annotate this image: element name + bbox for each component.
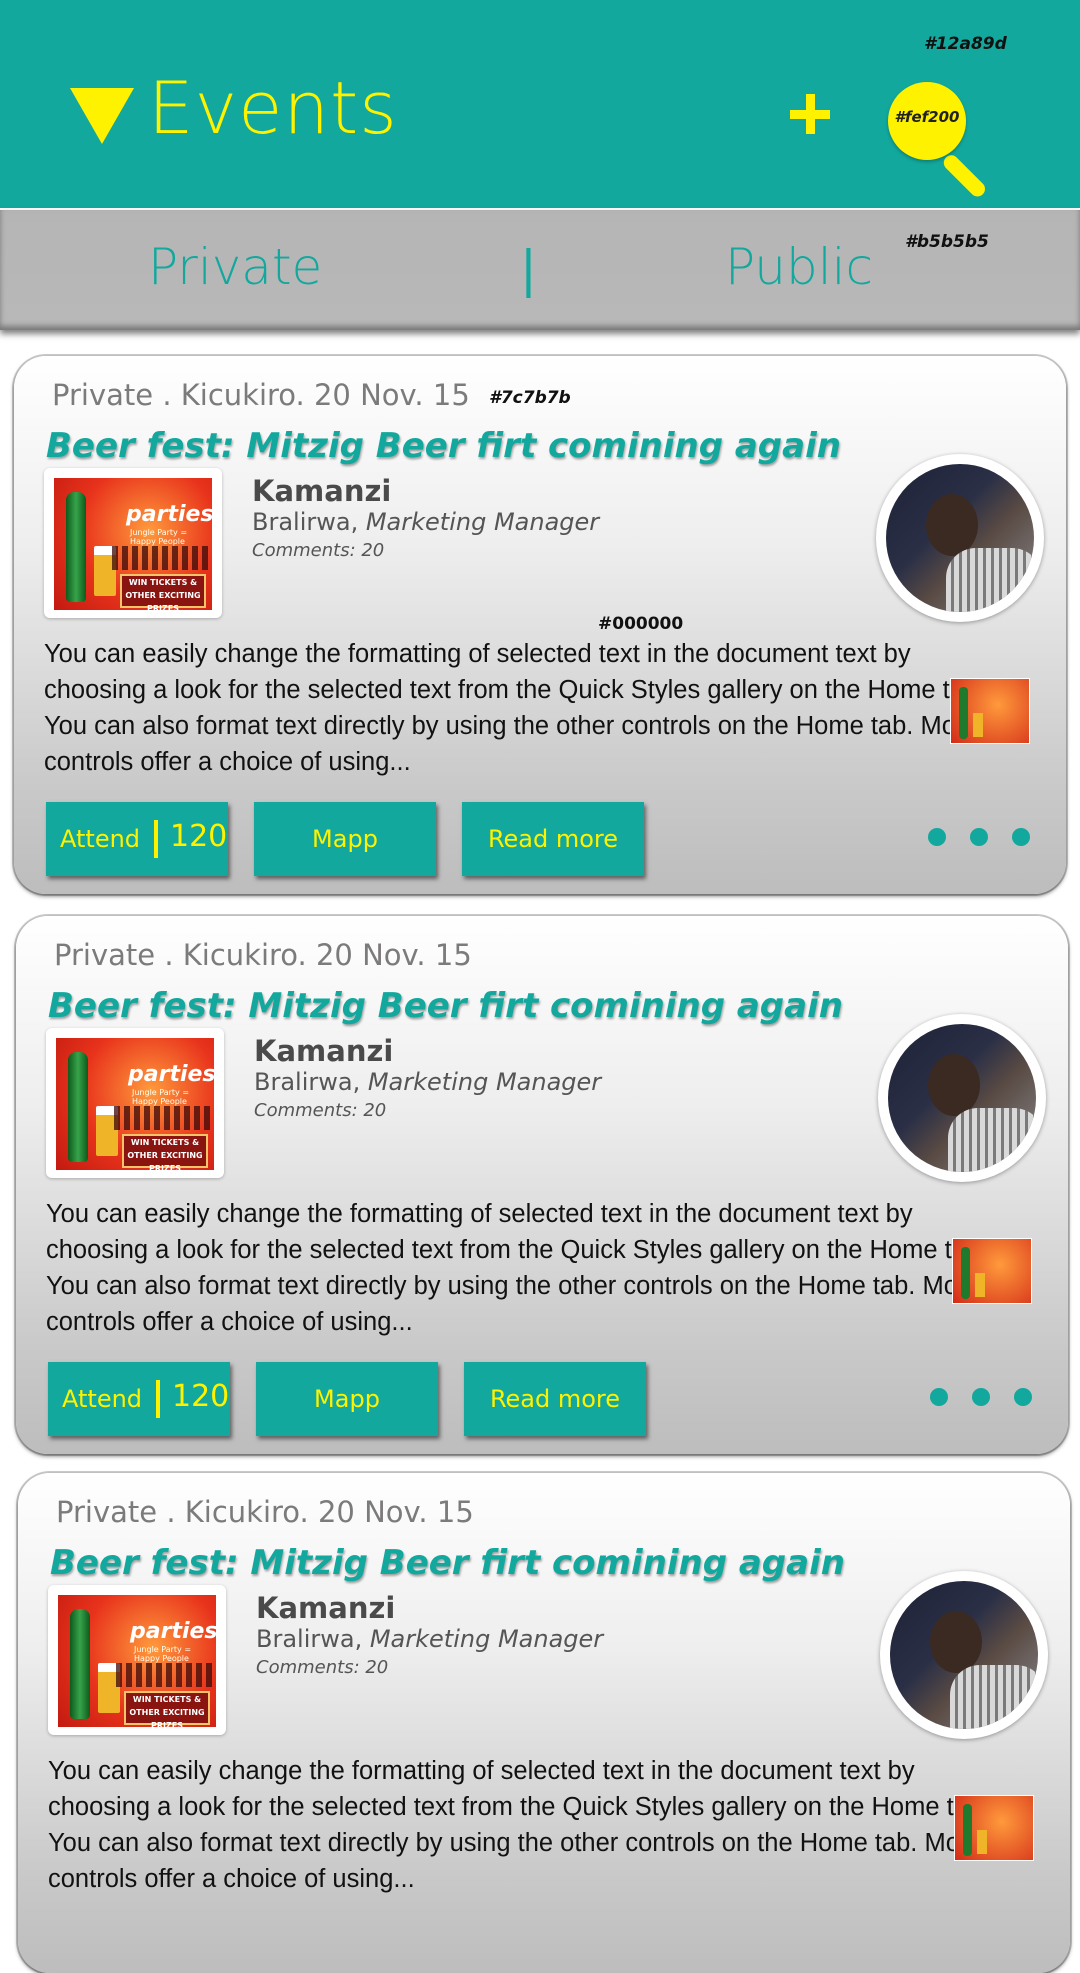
event-title[interactable]: Beer fest: Mitzig Beer firt comining aga… xyxy=(48,986,843,1026)
event-poster-image[interactable]: parties Jungle Party = Happy People WIN TI… xyxy=(48,1585,226,1735)
attend-count: 120 xyxy=(170,819,228,854)
search-icon-handle xyxy=(940,152,989,200)
author-role: Bralirwa, Marketing Manager xyxy=(256,1625,603,1653)
event-poster-image[interactable]: parties Jungle Party = Happy People WIN TI… xyxy=(44,468,222,618)
map-button[interactable]: Mapp xyxy=(254,802,436,876)
poster-tickets: WIN TICKETS & OTHER EXCITING PRIZES xyxy=(122,1134,208,1170)
author-name[interactable]: Kamanzi xyxy=(252,474,391,508)
author-role: Bralirwa, Marketing Manager xyxy=(252,508,599,536)
map-button[interactable]: Mapp xyxy=(256,1362,438,1436)
comments-count[interactable]: Comments: 20 xyxy=(252,540,384,561)
author-title: Marketing Manager xyxy=(358,508,600,536)
avatar[interactable] xyxy=(878,1014,1046,1182)
poster-tickets: WIN TICKETS & OTHER EXCITING PRIZES xyxy=(124,1691,210,1727)
attend-label: Attend xyxy=(60,825,141,853)
poster-word: parties xyxy=(126,502,212,527)
event-meta: Private . Kicukiro. 20 Nov. 15 xyxy=(52,378,470,412)
event-card[interactable]: Private . Kicukiro. 20 Nov. 15 #7c7b7b B… xyxy=(14,356,1066,894)
color-note-meta: #7c7b7b xyxy=(489,388,571,408)
author-title: Marketing Manager xyxy=(360,1068,602,1096)
author-company: Bralirwa, xyxy=(252,508,359,536)
author-company: Bralirwa, xyxy=(256,1625,363,1653)
poster-word: parties xyxy=(130,1619,216,1644)
event-card[interactable]: Private . Kicukiro. 20 Nov. 15 Beer fest… xyxy=(18,1473,1070,1973)
more-options-dots[interactable] xyxy=(930,1388,1050,1408)
tab-private[interactable]: Private xyxy=(148,238,322,296)
poster-sub: Jungle Party = Happy People xyxy=(132,1088,190,1106)
color-note-header: #12a89d xyxy=(924,34,1007,54)
event-meta: Private . Kicukiro. 20 Nov. 15 xyxy=(54,938,472,972)
poster-word: parties xyxy=(128,1062,214,1087)
event-card[interactable]: Private . Kicukiro. 20 Nov. 15 Beer fest… xyxy=(16,916,1068,1454)
event-meta: Private . Kicukiro. 20 Nov. 15 xyxy=(56,1495,474,1529)
color-note-text: #000000 xyxy=(598,614,684,634)
attend-count: 120 xyxy=(172,1379,230,1414)
page-title: Events xyxy=(148,66,398,150)
event-thumbnail[interactable] xyxy=(952,1238,1032,1304)
attend-button[interactable]: Attend 120 xyxy=(46,802,228,876)
avatar[interactable] xyxy=(876,454,1044,622)
color-note-accent: #fef200 xyxy=(894,108,960,126)
attend-label: Attend xyxy=(62,1385,143,1413)
comments-count[interactable]: Comments: 20 xyxy=(256,1657,388,1678)
event-thumbnail[interactable] xyxy=(954,1795,1034,1861)
read-more-button[interactable]: Read more xyxy=(462,802,644,876)
author-name[interactable]: Kamanzi xyxy=(254,1034,393,1068)
search-button[interactable]: #fef200 xyxy=(888,82,990,200)
event-poster-image[interactable]: parties Jungle Party = Happy People WIN TI… xyxy=(46,1028,224,1178)
event-description: You can easily change the formatting of … xyxy=(48,1757,990,1893)
tab-bar: Private | Public #b5b5b5 xyxy=(0,210,1080,330)
triangle-down-icon[interactable] xyxy=(70,88,134,144)
more-options-dots[interactable] xyxy=(928,828,1048,848)
tab-public[interactable]: Public xyxy=(725,238,873,296)
event-title[interactable]: Beer fest: Mitzig Beer firt comining aga… xyxy=(50,1543,845,1583)
poster-sub: Jungle Party = Happy People xyxy=(134,1645,192,1663)
avatar[interactable] xyxy=(880,1571,1048,1739)
author-role: Bralirwa, Marketing Manager xyxy=(254,1068,601,1096)
poster-sub: Jungle Party = Happy People xyxy=(130,528,188,546)
event-description: You can easily change the formatting of … xyxy=(46,1200,988,1336)
author-name[interactable]: Kamanzi xyxy=(256,1591,395,1625)
color-note-tabs: #b5b5b5 xyxy=(905,232,989,252)
attend-button[interactable]: Attend 120 xyxy=(48,1362,230,1436)
poster-tickets: WIN TICKETS & OTHER EXCITING PRIZES xyxy=(120,574,206,610)
plus-icon[interactable] xyxy=(786,90,836,140)
event-title[interactable]: Beer fest: Mitzig Beer firt comining aga… xyxy=(46,426,841,466)
author-title: Marketing Manager xyxy=(362,1625,604,1653)
event-thumbnail[interactable] xyxy=(950,678,1030,744)
tab-separator: | xyxy=(520,240,537,298)
comments-count[interactable]: Comments: 20 xyxy=(254,1100,386,1121)
app-header: #12a89d Events #fef200 xyxy=(0,0,1080,208)
author-company: Bralirwa, xyxy=(254,1068,361,1096)
event-description: You can easily change the formatting of … xyxy=(44,640,986,776)
read-more-button[interactable]: Read more xyxy=(464,1362,646,1436)
